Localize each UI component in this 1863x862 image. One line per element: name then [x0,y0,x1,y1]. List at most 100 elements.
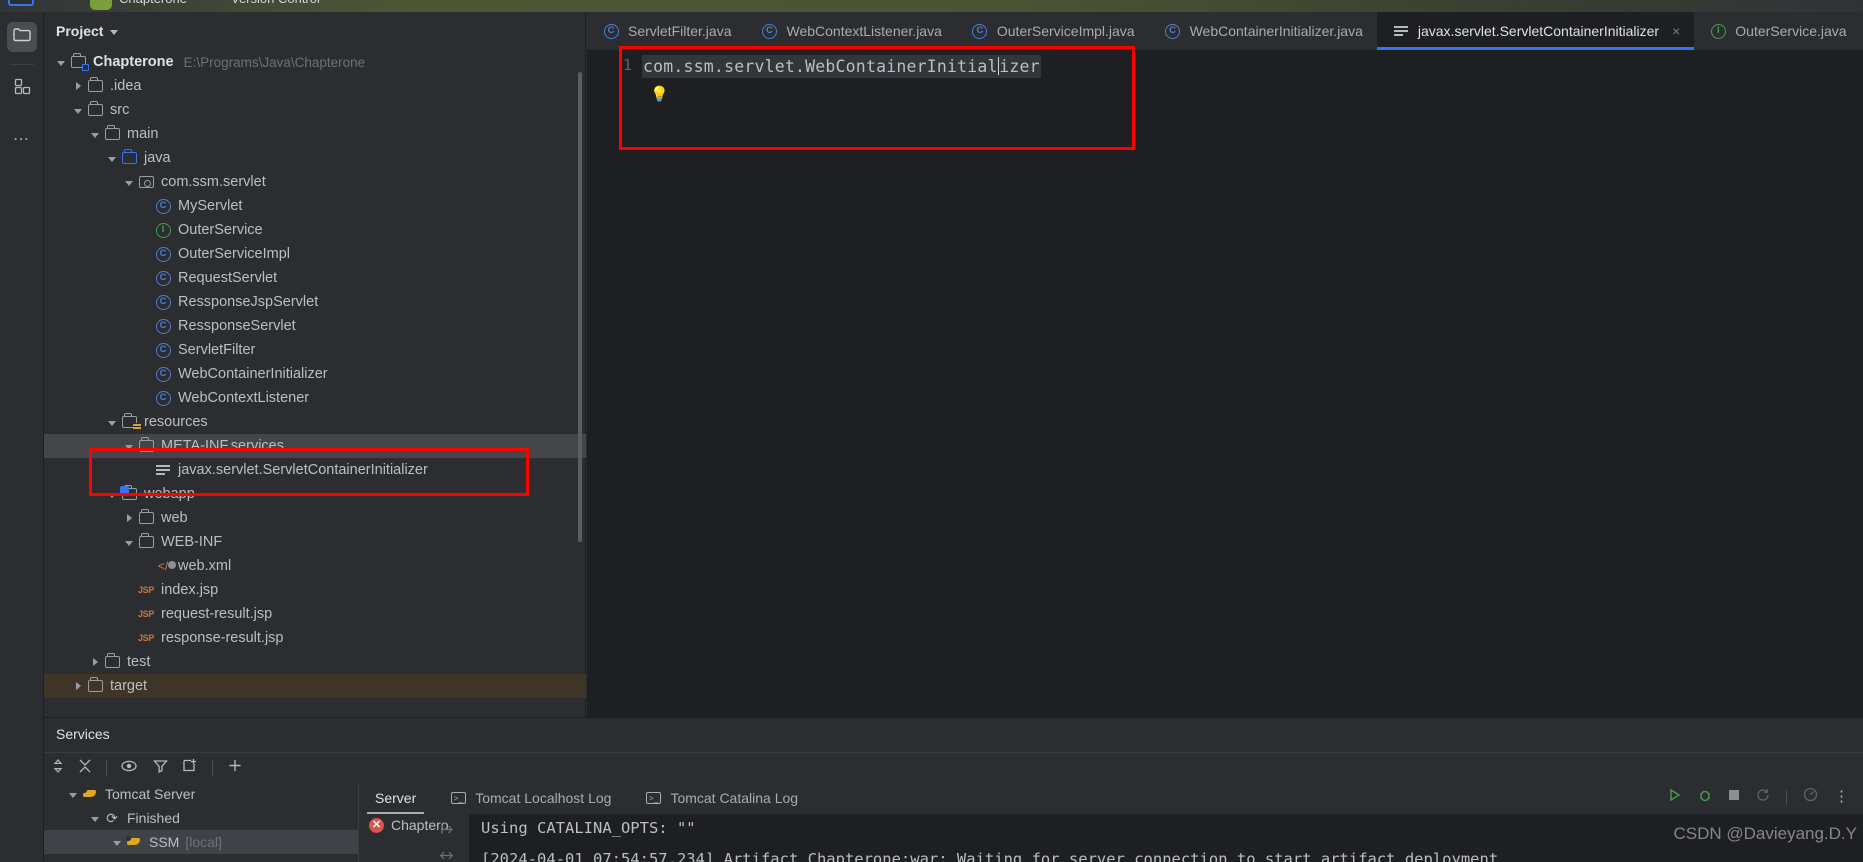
toolbar-version-control[interactable]: Version Control [231,0,320,6]
code-line-1[interactable]: com.ssm.servlet.WebContainerInitializer [642,55,1041,78]
tree-item-web-inf[interactable]: WEB-INF [44,530,586,554]
package-icon [136,170,156,194]
activity-item-structure[interactable] [7,74,37,104]
chevron-down-icon[interactable] [122,530,136,554]
rerun-icon[interactable] [1756,788,1770,807]
show-hide-icon[interactable] [121,759,139,778]
more-icon[interactable]: ⋮ [1834,789,1849,804]
tree-item-target[interactable]: target [44,674,586,698]
tree-item-javax-servlet-servletcontainerinitializer[interactable]: javax.servlet.ServletContainerInitialize… [44,458,586,482]
chevron-down-icon[interactable] [71,98,85,122]
tree-item-web-xml[interactable]: </web.xml [44,554,586,578]
chevron-down-icon[interactable] [66,782,80,806]
run-icon[interactable] [1668,788,1682,807]
rerun-icon: ⟳ [106,809,118,826]
services-tree[interactable]: Tomcat Server ⟳ Finished SSM [local] [44,782,358,862]
chevron-right-icon[interactable] [71,674,85,698]
editor-code-area[interactable]: com.ssm.servlet.WebContainerInitializer … [642,50,1863,717]
chevron-down-icon[interactable] [122,434,136,458]
tree-item-requestservlet[interactable]: C RequestServlet [44,266,586,290]
tree-item-outerserviceimpl[interactable]: C OuterServiceImpl [44,242,586,266]
console-output[interactable]: Using CATALINA_OPTS: "" [2024-04-01 07:5… [469,814,1863,862]
close-icon[interactable]: × [1672,23,1680,39]
tree-item-java[interactable]: java [44,146,586,170]
project-tree[interactable]: Chapterone E:\Programs\Java\Chapterone .id… [44,50,586,717]
tree-item-webcontainerinitializer[interactable]: C WebContainerInitializer [44,362,586,386]
soft-wrap-icon[interactable] [439,848,467,862]
tree-item-ressponseservlet[interactable]: C RessponseServlet [44,314,586,338]
tree-item-main[interactable]: main [44,122,586,146]
tree-item-label: web.xml [178,558,232,574]
tree-item-com-ssm-servlet[interactable]: com.ssm.servlet [44,170,586,194]
services-tree-item-tomcat-server[interactable]: Tomcat Server [44,782,358,806]
activity-item-project[interactable] [7,22,37,52]
editor-tab-javax-servlet-servletcontainerinitializer[interactable]: javax.servlet.ServletContainerInitialize… [1376,12,1695,50]
editor-tab-webcontainerinitializer-java[interactable]: C WebContainerInitializer.java [1149,12,1377,50]
chevron-down-icon[interactable] [105,146,119,170]
stop-icon[interactable] [1728,788,1740,806]
tree-item-label: ServletFilter [178,342,256,358]
scroll-to-end-icon[interactable] [439,822,467,840]
tree-item-request-result-jsp[interactable]: JSP request-result.jsp [44,602,586,626]
services-tab-bar[interactable]: Server >_ Tomcat Localhost Log >_ Tomcat Cat… [359,782,814,814]
lightbulb-icon[interactable]: 💡 [650,85,669,103]
tree-item-index-jsp[interactable]: JSP index.jsp [44,578,586,602]
chevron-right-icon[interactable] [88,650,102,674]
editor-tab-servletfilter-java[interactable]: C ServletFilter.java [587,12,745,50]
project-tool-window: Project Chapterone E:\Programs\Java\Chapt… [44,12,586,717]
tree-item-src[interactable]: src [44,98,586,122]
tree-item-outerservice[interactable]: I OuterService [44,218,586,242]
add-group-icon[interactable] [182,758,198,778]
services-tree-item-finished[interactable]: ⟳ Finished [44,806,358,830]
tree-item-test[interactable]: test [44,650,586,674]
chevron-down-icon[interactable] [54,50,68,74]
chevron-right-icon[interactable] [122,506,136,530]
window-control-icon[interactable] [8,0,34,6]
services-tree-item-ssm[interactable]: SSM [local] [44,830,358,854]
project-tree-scrollbar[interactable] [578,72,582,542]
tree-item-ressponsejspservlet[interactable]: C RessponseJspServlet [44,290,586,314]
console-line: Using CATALINA_OPTS: "" [481,819,696,837]
filter-icon[interactable] [153,759,168,778]
chevron-right-icon[interactable] [71,74,85,98]
editor-tab-webcontextlistener-java[interactable]: C WebContextListener.java [745,12,955,50]
tree-item-idea[interactable]: .idea [44,74,586,98]
tree-item-webapp[interactable]: webapp [44,482,586,506]
editor-tab-outerservice-java[interactable]: I OuterService.java [1694,12,1860,50]
chevron-down-icon[interactable] [110,830,124,854]
tree-item-label: OuterService [178,222,263,238]
tree-item-servletfilter[interactable]: C ServletFilter [44,338,586,362]
chevron-down-icon[interactable] [110,29,119,35]
project-panel-header[interactable]: Project [44,12,586,50]
tree-item-web[interactable]: web [44,506,586,530]
chevron-down-icon[interactable] [88,806,102,830]
tree-item-response-result-jsp[interactable]: JSP response-result.jsp [44,626,586,650]
expand-collapse-icon[interactable] [52,758,64,779]
services-toolbar [44,752,1863,782]
editor-tab-outerserviceimpl-java[interactable]: C OuterServiceImpl.java [956,12,1149,50]
tree-item-webcontextlistener[interactable]: C WebContextListener [44,386,586,410]
editor-tab-bar[interactable]: C ServletFilter.java C WebContextListener.j… [587,12,1863,50]
chevron-down-icon[interactable] [122,170,136,194]
services-tab-tomcat-localhost-log[interactable]: >_ Tomcat Localhost Log [432,782,627,814]
chevron-down-icon[interactable] [105,482,119,506]
tree-item-myservlet[interactable]: C MyServlet [44,194,586,218]
tree-item-meta-inf-services[interactable]: META-INF.services [44,434,586,458]
editor-gutter[interactable]: 1 [587,50,642,717]
tree-item-chapterone[interactable]: Chapterone E:\Programs\Java\Chapterone [44,50,586,74]
add-service-icon[interactable] [227,758,243,779]
activity-item-more[interactable]: … [7,120,37,150]
dashboard-icon[interactable] [1803,787,1818,807]
services-tab-server[interactable]: Server [359,782,432,814]
chevron-down-icon[interactable] [105,410,119,434]
tree-item-label: MyServlet [178,198,243,214]
resources-folder-icon [119,410,141,434]
services-title: Services [56,726,110,742]
chevron-down-icon[interactable] [88,122,102,146]
tree-item-resources[interactable]: resources [44,410,586,434]
toolbar-project-name[interactable]: Chapterone [119,0,187,6]
debug-icon[interactable] [1698,788,1712,807]
collapse-all-icon[interactable] [78,758,92,779]
services-tab-tomcat-catalina-log[interactable]: >_ Tomcat Catalina Log [627,782,814,814]
